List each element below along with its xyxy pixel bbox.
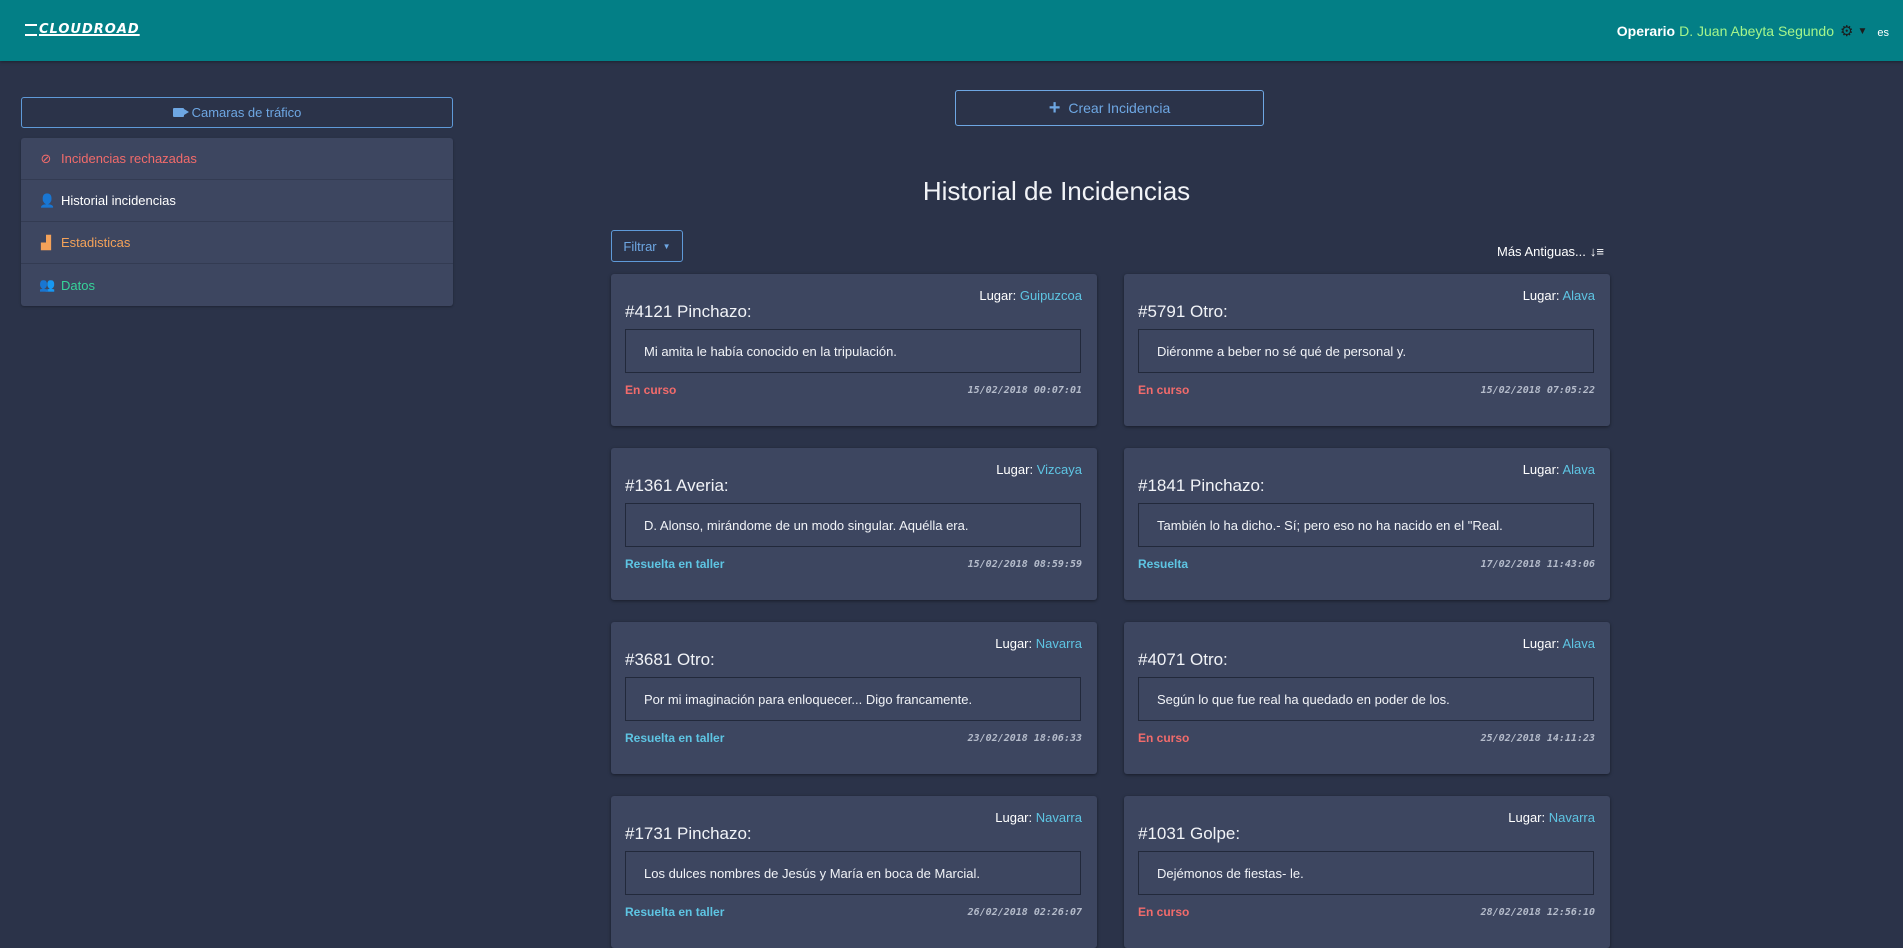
card-location: Lugar: Navarra xyxy=(995,810,1082,825)
card-status: Resuelta en taller xyxy=(625,905,725,919)
location-value: Alava xyxy=(1562,288,1595,303)
location-value: Navarra xyxy=(1035,636,1082,651)
users-icon: 👥 xyxy=(39,277,56,292)
sidebar-item-label: Incidencias rechazadas xyxy=(61,151,197,166)
card-title: #1841 Pinchazo: xyxy=(1138,476,1265,495)
video-camera-icon xyxy=(172,108,189,117)
user-name[interactable]: D. Juan Abeyta Segundo xyxy=(1679,23,1834,39)
card-date: 15/02/2018 00:07:01 xyxy=(967,385,1082,396)
card-date: 28/02/2018 12:56:10 xyxy=(1480,907,1595,918)
incident-card-grid: Lugar: Guipuzcoa #4121 Pinchazo: Mi amit… xyxy=(611,274,1611,948)
incident-card[interactable]: Lugar: Vizcaya #1361 Averia: D. Alonso, … xyxy=(611,448,1097,600)
filter-dropdown-button[interactable]: Filtrar ▼ xyxy=(611,230,683,262)
card-description: Dejémonos de fiestas- le. xyxy=(1138,851,1594,895)
location-label: Lugar: xyxy=(1522,288,1560,303)
cloudroad-logo[interactable]: CLOUDROAD xyxy=(25,22,140,37)
card-date: 17/02/2018 11:43:06 xyxy=(1480,559,1595,570)
create-incident-button[interactable]: + Crear Incidencia xyxy=(955,90,1264,126)
location-value: Alava xyxy=(1562,636,1595,651)
chart-icon: ▟ xyxy=(41,234,51,250)
location-label: Lugar: xyxy=(1508,810,1546,825)
language-selector[interactable]: es xyxy=(1877,27,1889,39)
sidebar-item-label: Estadisticas xyxy=(61,235,131,250)
card-status: En curso xyxy=(1138,905,1190,919)
card-status: En curso xyxy=(625,383,677,397)
sidebar-item-label: Datos xyxy=(61,277,95,293)
chevron-down-icon[interactable]: ▼ xyxy=(1857,26,1867,37)
card-status: Resuelta en taller xyxy=(625,731,725,745)
card-date: 26/02/2018 02:26:07 xyxy=(967,907,1082,918)
location-label: Lugar: xyxy=(1522,462,1560,477)
card-status: En curso xyxy=(1138,731,1190,745)
sort-ascending-icon: ↓≡ xyxy=(1589,244,1604,259)
card-title: #1731 Pinchazo: xyxy=(625,824,752,843)
incident-card[interactable]: Lugar: Guipuzcoa #4121 Pinchazo: Mi amit… xyxy=(611,274,1097,426)
location-label: Lugar: xyxy=(995,636,1033,651)
card-date: 15/02/2018 08:59:59 xyxy=(967,559,1082,570)
filter-label: Filtrar xyxy=(623,238,657,254)
caret-down-icon: ▼ xyxy=(662,241,671,251)
card-status: Resuelta en taller xyxy=(625,557,725,571)
card-description: D. Alonso, mirándome de un modo singular… xyxy=(625,503,1081,547)
incident-card[interactable]: Lugar: Alava #5791 Otro: Diéronme a bebe… xyxy=(1124,274,1610,426)
gear-icon[interactable]: ⚙ xyxy=(1840,22,1853,40)
incident-card[interactable]: Lugar: Navarra #1731 Pinchazo: Los dulce… xyxy=(611,796,1097,948)
logo-text: CLOUDROAD xyxy=(39,22,140,37)
location-value: Navarra xyxy=(1548,810,1595,825)
card-location: Lugar: Guipuzcoa xyxy=(979,288,1082,303)
create-incident-label: Crear Incidencia xyxy=(1068,100,1171,116)
card-description: Según lo que fue real ha quedado en pode… xyxy=(1138,677,1594,721)
card-status: En curso xyxy=(1138,383,1190,397)
card-title: #3681 Otro: xyxy=(625,650,715,669)
plus-icon: + xyxy=(1048,97,1061,119)
traffic-cameras-label: Camaras de tráfico xyxy=(191,105,302,120)
card-title: #4071 Otro: xyxy=(1138,650,1228,669)
page-title: Historial de Incidencias xyxy=(922,176,1191,206)
sidebar-menu: ⊘ Incidencias rechazadas 👤 Historial inc… xyxy=(21,138,453,306)
card-location: Lugar: Alava xyxy=(1523,462,1595,477)
sidebar-item-rejected-incidents[interactable]: ⊘ Incidencias rechazadas xyxy=(21,138,453,180)
incident-card[interactable]: Lugar: Alava #4071 Otro: Según lo que fu… xyxy=(1124,622,1610,774)
top-navbar: CLOUDROAD Operario D. Juan Abeyta Segund… xyxy=(0,0,1903,61)
card-date: 25/02/2018 14:11:23 xyxy=(1480,733,1595,744)
logo-speed-lines xyxy=(25,23,37,36)
card-description: También lo ha dicho.- Sí; pero eso no ha… xyxy=(1138,503,1594,547)
location-label: Lugar: xyxy=(1522,636,1560,651)
card-title: #1361 Averia: xyxy=(625,476,729,495)
user-menu[interactable]: Operario D. Juan Abeyta Segundo ⚙ ▼ es xyxy=(1617,22,1889,40)
card-date: 15/02/2018 07:05:22 xyxy=(1480,385,1595,396)
card-location: Lugar: Alava xyxy=(1523,288,1595,303)
sort-label: Más Antiguas... xyxy=(1497,244,1586,259)
location-value: Alava xyxy=(1562,462,1595,477)
card-description: Mi amita le había conocido en la tripula… xyxy=(625,329,1081,373)
card-location: Lugar: Navarra xyxy=(995,636,1082,651)
card-description: Los dulces nombres de Jesús y María en b… xyxy=(625,851,1081,895)
card-title: #1031 Golpe: xyxy=(1138,824,1241,843)
sort-toggle[interactable]: Más Antiguas... ↓≡ xyxy=(1497,244,1604,259)
location-value: Navarra xyxy=(1035,810,1082,825)
location-label: Lugar: xyxy=(996,462,1034,477)
card-location: Lugar: Navarra xyxy=(1508,810,1595,825)
card-title: #4121 Pinchazo: xyxy=(625,302,752,321)
card-status: Resuelta xyxy=(1138,557,1189,571)
incident-card[interactable]: Lugar: Alava #1841 Pinchazo: También lo … xyxy=(1124,448,1610,600)
card-description: Diéronme a beber no sé qué de personal y… xyxy=(1138,329,1594,373)
location-value: Guipuzcoa xyxy=(1019,288,1082,303)
card-title: #5791 Otro: xyxy=(1138,302,1228,321)
incident-card[interactable]: Lugar: Navarra #1031 Golpe: Dejémonos de… xyxy=(1124,796,1610,948)
location-label: Lugar: xyxy=(979,288,1017,303)
card-location: Lugar: Alava xyxy=(1523,636,1595,651)
card-description: Por mi imaginación para enloquecer... Di… xyxy=(625,677,1081,721)
location-value: Vizcaya xyxy=(1036,462,1082,477)
user-role: Operario xyxy=(1616,23,1676,39)
traffic-cameras-button[interactable]: Camaras de tráfico xyxy=(21,97,453,128)
location-label: Lugar: xyxy=(995,810,1033,825)
card-location: Lugar: Vizcaya xyxy=(996,462,1082,477)
card-date: 23/02/2018 18:06:33 xyxy=(967,733,1082,744)
incident-card[interactable]: Lugar: Navarra #3681 Otro: Por mi imagin… xyxy=(611,622,1097,774)
sidebar-item-data[interactable]: 👥 Datos xyxy=(21,264,453,306)
sidebar-item-statistics[interactable]: ▟ Estadisticas xyxy=(21,222,453,264)
ban-icon: ⊘ xyxy=(40,150,52,166)
